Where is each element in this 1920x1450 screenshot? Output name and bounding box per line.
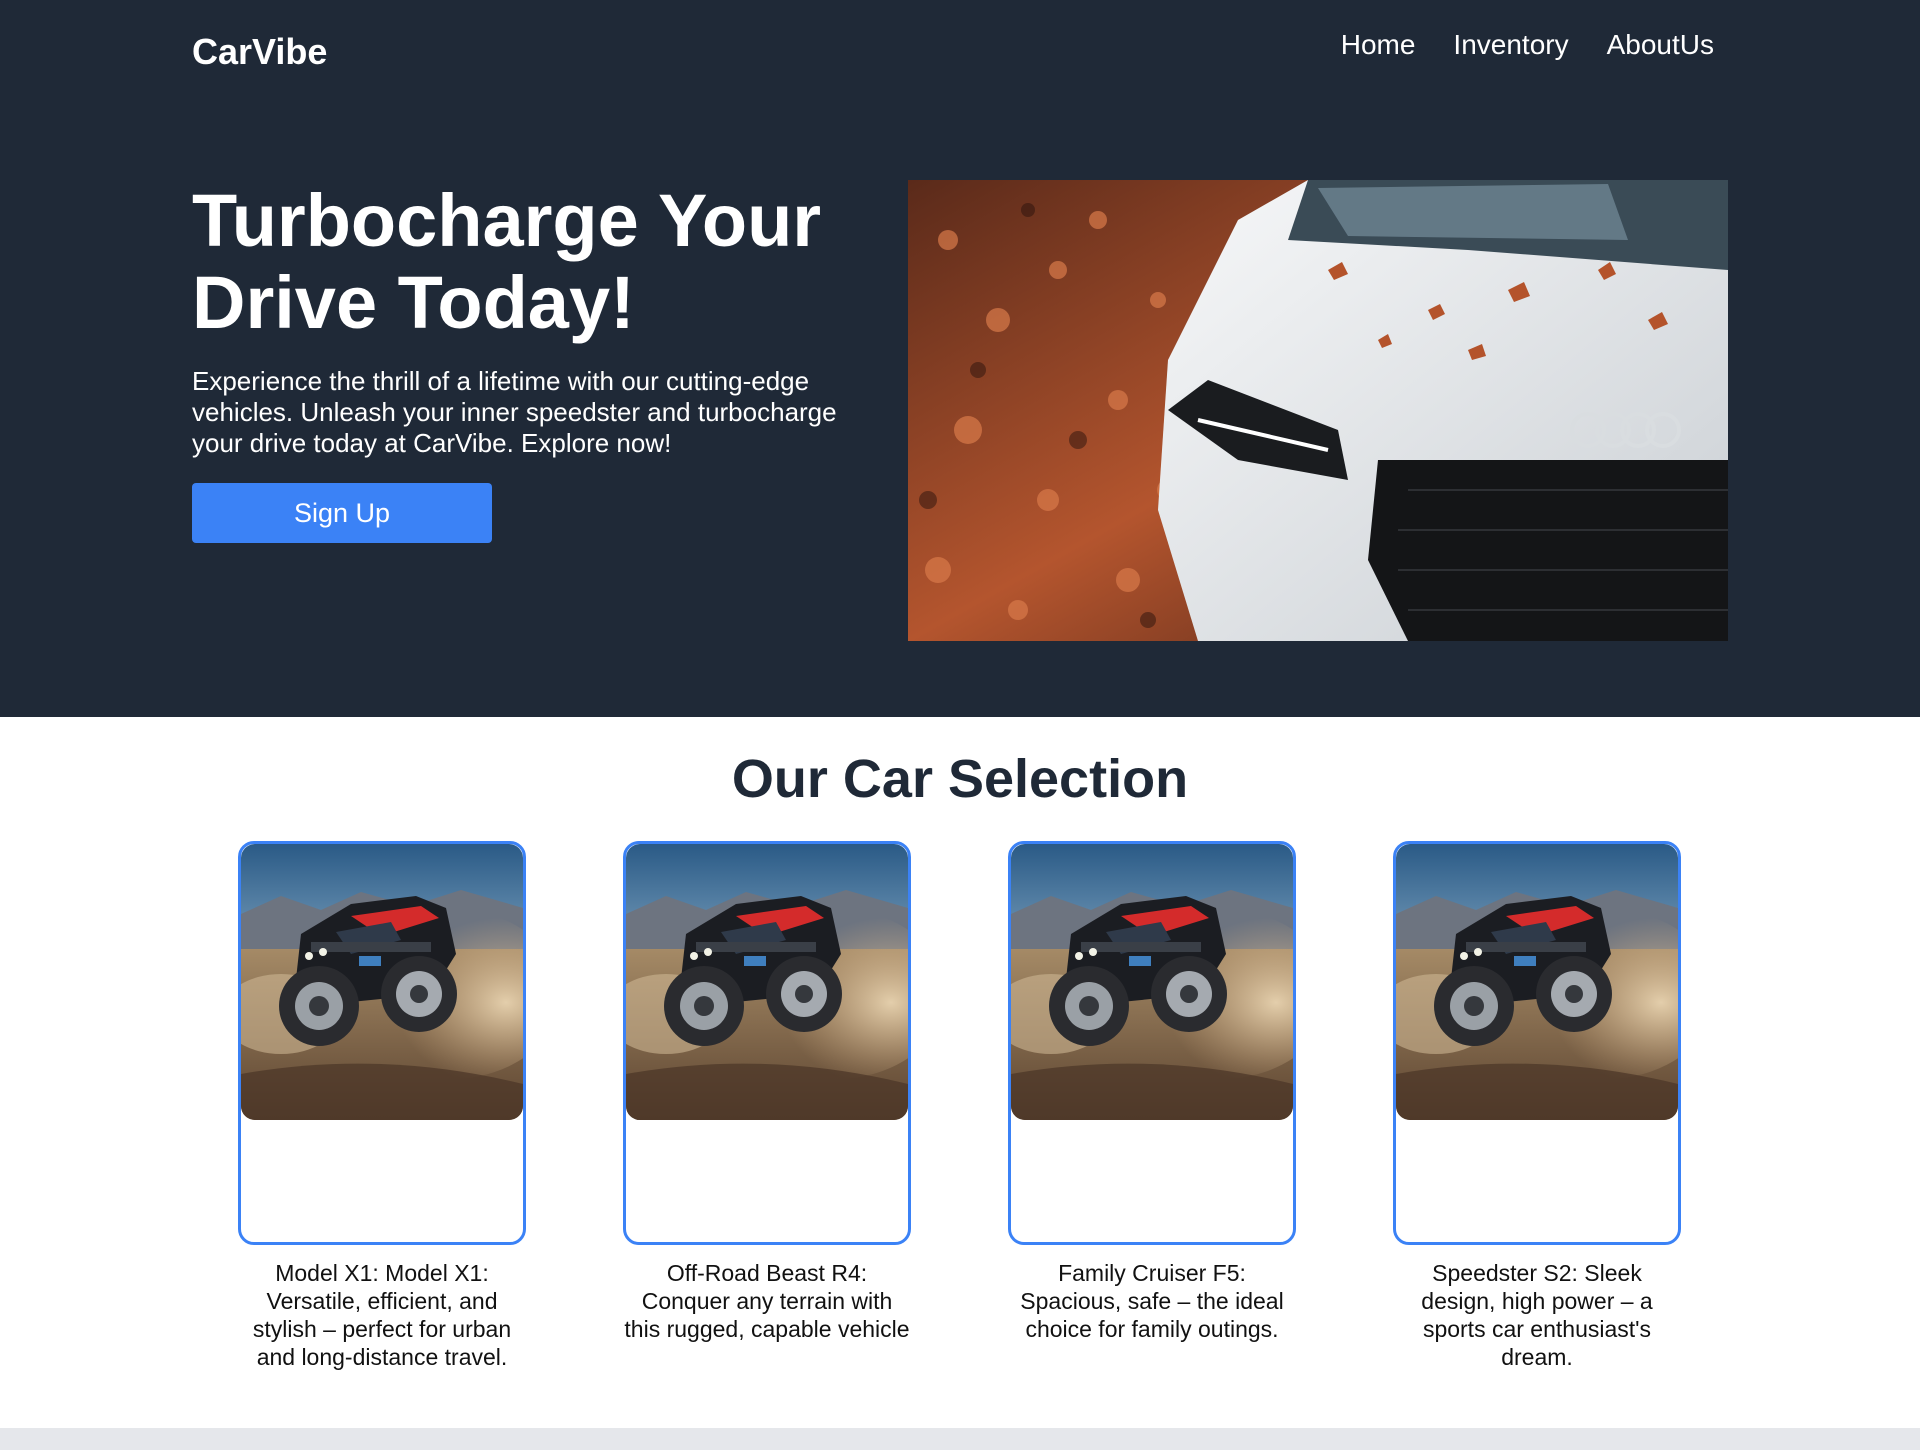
car-card[interactable]: [1008, 841, 1296, 1245]
hero-title: Turbocharge Your Drive Today!: [192, 179, 822, 344]
car-caption: Family Cruiser F5: Spacious, safe – the …: [1020, 1260, 1284, 1342]
car-caption: Off-Road Beast R4: Conquer any terrain w…: [624, 1260, 910, 1342]
nav-inventory-link[interactable]: Inventory: [1453, 29, 1568, 61]
signup-button[interactable]: Sign Up: [192, 483, 492, 543]
car-image: [626, 844, 908, 1120]
hero-description: Experience the thrill of a lifetime with…: [192, 366, 837, 458]
car-card[interactable]: [238, 841, 526, 1245]
nav-home-link[interactable]: Home: [1341, 29, 1416, 61]
car-card[interactable]: [1393, 841, 1681, 1245]
car-image: [1011, 844, 1293, 1120]
car-caption: Model X1: Model X1: Versatile, efficient…: [252, 1260, 512, 1370]
nav-about-link[interactable]: AboutUs: [1607, 29, 1714, 61]
hero-car-image: [908, 180, 1728, 641]
car-selection-title: Our Car Selection: [731, 749, 1189, 809]
car-card[interactable]: [623, 841, 911, 1245]
main-nav: Home Inventory AboutUs: [1341, 29, 1714, 61]
brand-logo[interactable]: CarVibe: [192, 31, 327, 73]
footer-strip: [0, 1428, 1920, 1450]
hero-section: CarVibe Home Inventory AboutUs Turbochar…: [0, 0, 1920, 717]
car-image: [1396, 844, 1678, 1120]
car-caption: Speedster S2: Sleek design, high power –…: [1421, 1260, 1653, 1370]
car-image: [241, 844, 523, 1120]
